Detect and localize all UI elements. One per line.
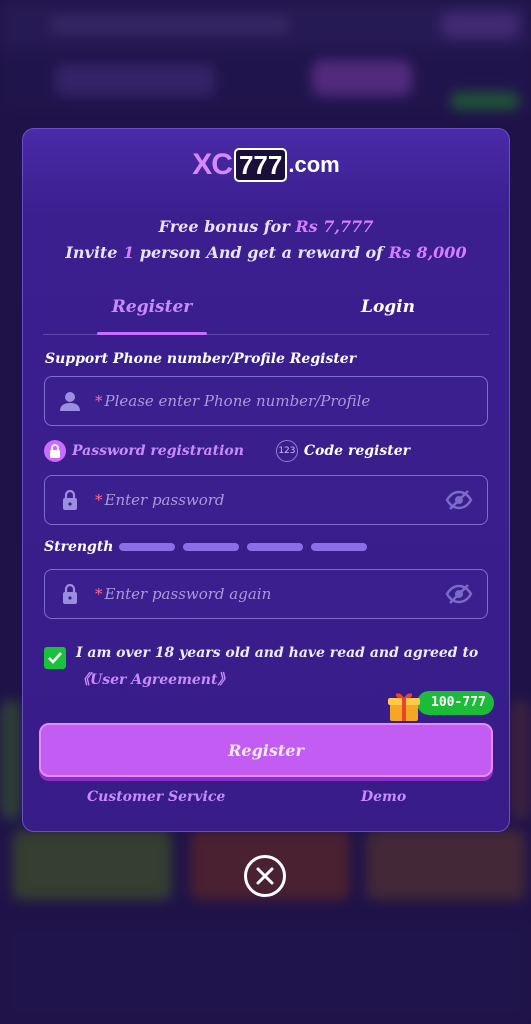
password-input[interactable]: * Enter password (44, 475, 488, 525)
logo-domain: .com (288, 152, 340, 177)
agree-text: I am over 18 years old and have read and… (76, 645, 479, 661)
register-section-label: Support Phone number/Profile Register (45, 351, 357, 367)
phone-placeholder: Please enter Phone number/Profile (104, 392, 371, 410)
invite-reward-amount: Rs 8,000 (388, 243, 467, 262)
check-icon (48, 652, 62, 664)
logo-number: 777 (233, 148, 288, 182)
promo-line-invite: Invite 1 person And get a reward of Rs 8… (65, 243, 467, 262)
site-logo: XC 777 .com (23, 145, 509, 185)
eye-off-icon[interactable] (445, 488, 473, 516)
auth-tabs: Register Login (43, 289, 489, 335)
confirm-password-input[interactable]: * Enter password again (44, 569, 488, 619)
bonus-amount: Rs 7,777 (295, 217, 374, 236)
strength-bar-2 (183, 543, 240, 551)
strength-bar-4 (311, 543, 368, 551)
confirm-password-placeholder: Enter password again (104, 585, 272, 603)
password-placeholder: Enter password (104, 491, 225, 509)
lock-icon (45, 475, 95, 525)
tab-register[interactable]: Register (97, 297, 207, 317)
phone-input[interactable]: * Please enter Phone number/Profile (44, 376, 488, 426)
tab-login[interactable]: Login (333, 297, 443, 317)
reward-badge: 100-777 (417, 691, 494, 715)
demo-link[interactable]: Demo (361, 789, 406, 805)
mode-code-register[interactable]: 123 Code register (275, 440, 410, 462)
close-icon (256, 867, 274, 885)
numeric-code-icon: 123 (275, 440, 298, 462)
lock-icon (44, 440, 66, 462)
strength-bar-3 (247, 543, 304, 551)
gift-icon (387, 689, 421, 723)
register-button[interactable]: Register (39, 723, 493, 777)
register-modal: XC 777 .com Free bonus for Rs 7,777 Invi… (22, 128, 510, 832)
eye-off-icon[interactable] (445, 582, 473, 610)
promo-line-bonus: Free bonus for Rs 7,777 (158, 217, 374, 236)
logo-xc: XC (192, 148, 233, 181)
mode-password-registration[interactable]: Password registration (44, 440, 244, 462)
strength-bar-1 (119, 543, 176, 551)
user-agreement-link[interactable]: 《User Agreement》 (76, 669, 231, 689)
user-icon (45, 376, 95, 426)
customer-service-link[interactable]: Customer Service (87, 789, 225, 805)
password-strength: Strength (44, 539, 375, 555)
lock-icon (45, 569, 95, 619)
active-tab-indicator (97, 332, 207, 335)
close-modal-button[interactable] (244, 855, 286, 897)
agree-checkbox[interactable] (44, 647, 66, 669)
registration-mode-selector: Password registration 123 Code register (44, 439, 442, 463)
